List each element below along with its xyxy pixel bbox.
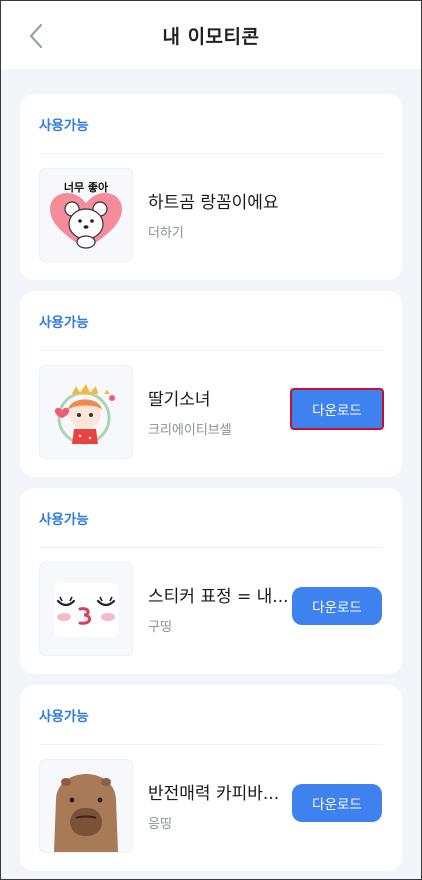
status-label: 사용가능 [39, 118, 89, 134]
creator-name: 크리에이티브셀 [148, 423, 232, 438]
emoticon-card: 사용가능 스티커 표정 = 내... 구띵 다운로드 [20, 488, 402, 674]
emoticon-card: 사용가능 반전매력 카피바... 응띵 다운로드 [20, 685, 402, 871]
emoticon-name: 스티커 표정 = 내... [148, 587, 289, 607]
creator-name: 구띵 [148, 620, 172, 635]
sticker-face-image [54, 583, 118, 637]
emoticon-name: 반전매력 카피바... [148, 784, 280, 804]
download-button[interactable]: 다운로드 [292, 784, 382, 822]
creator-name: 응띵 [148, 817, 172, 832]
emoticon-name: 딸기소녀 [148, 390, 211, 410]
status-label: 사용가능 [39, 512, 89, 528]
capybara-image [54, 774, 118, 852]
download-button[interactable]: 다운로드 [292, 390, 382, 428]
emoticon-card: 사용가능 딸기소녀 크리에이티브셀 다운로드 [20, 291, 402, 477]
divider [39, 153, 383, 154]
download-button[interactable]: 다운로드 [292, 587, 382, 625]
emoticon-card: 사용가능 너무 좋아 하트곰 랑꼼이에요 더하기 [20, 94, 402, 280]
heart-bear-image: 너무 좋아 [50, 180, 122, 249]
divider [39, 350, 383, 351]
page-title: 내 이모티콘 [162, 25, 260, 48]
emoticon-thumbnail [39, 562, 133, 656]
emoticon-name: 하트곰 랑꼼이에요 [148, 193, 279, 213]
emoticon-thumbnail [39, 365, 133, 459]
back-button[interactable] [21, 21, 51, 51]
emoticon-thumbnail [39, 759, 133, 853]
status-label: 사용가능 [39, 315, 89, 331]
thumb-caption: 너무 좋아 [64, 180, 109, 194]
header: 내 이모티콘 [1, 1, 421, 69]
chevron-left-icon [29, 23, 43, 49]
divider [39, 547, 383, 548]
status-label: 사용가능 [39, 709, 89, 725]
emoticon-thumbnail: 너무 좋아 [39, 168, 133, 262]
divider [39, 744, 383, 745]
strawberry-girl-image [54, 384, 115, 445]
creator-name: 더하기 [148, 226, 184, 241]
